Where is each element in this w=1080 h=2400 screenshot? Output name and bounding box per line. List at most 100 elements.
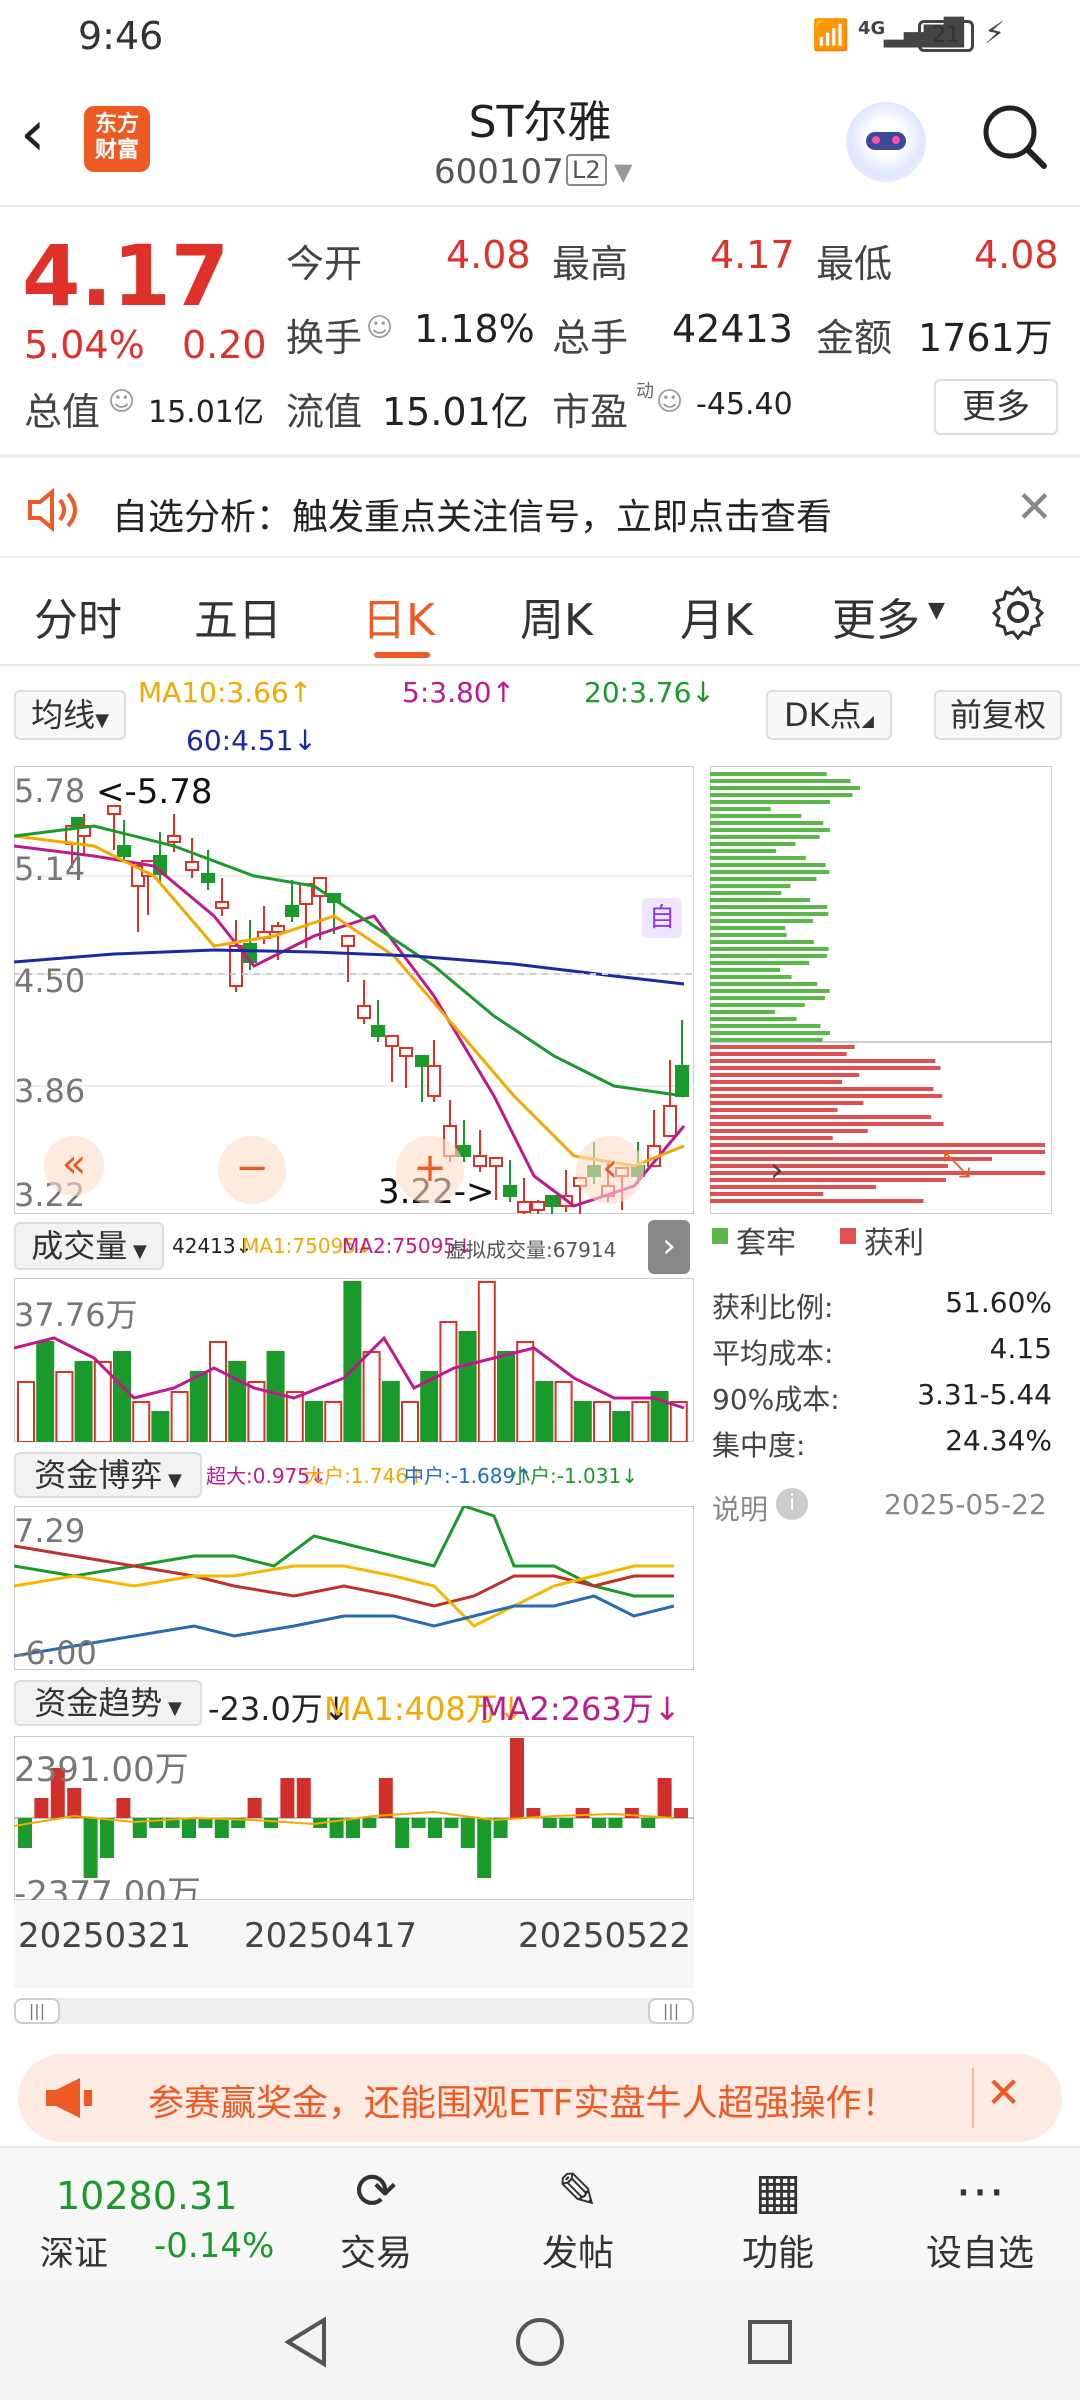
chip-stats: 获利比例: 51.60% 平均成本: 4.15 90%成本: 3.31-5.44 集中… — [712, 1286, 1052, 1470]
fund-trend-select[interactable]: 资金趋势 ▼ — [14, 1680, 202, 1726]
amount-value: 1761万 — [918, 316, 1053, 360]
stat-label: 90%成本: — [712, 1383, 840, 1416]
charging-icon: ⚡ — [984, 16, 1006, 51]
ma10-value: MA10:3.66↑ — [138, 676, 313, 709]
date-axis: 20250321 20250417 20250522 — [14, 1900, 694, 1988]
volume-current: 42413↓ — [172, 1234, 253, 1258]
self-select-tag[interactable]: 自 — [642, 898, 682, 938]
date-label: 20250417 — [244, 1916, 418, 1956]
speaker-icon — [26, 486, 82, 534]
info-icon[interactable]: ☺ — [656, 387, 683, 417]
chip-date: 2025-05-22 — [884, 1488, 1047, 1521]
ma5-value: 5:3.80↑ — [402, 676, 516, 709]
y-label-top: 5.78 — [14, 772, 86, 810]
y-label-3: 4.50 — [14, 962, 86, 1000]
tab-daily-k[interactable]: 日K — [362, 584, 435, 648]
change-value: 0.20 — [182, 323, 267, 367]
chip-prev-icon[interactable]: › — [770, 1150, 784, 1190]
tab-monthly-k[interactable]: 月K — [680, 584, 753, 648]
chevron-down-icon: ▼ — [162, 1470, 182, 1491]
recents-nav-icon[interactable] — [742, 2314, 798, 2370]
period-tabs: 分时 五日 日K 周K 月K 更多 ▼ — [0, 560, 1080, 666]
zoom-in-icon[interactable]: + — [396, 1136, 464, 1204]
range-slider[interactable]: ||| ||| — [14, 1998, 694, 2024]
last-price: 4.17 — [22, 227, 230, 325]
change-percent: 5.04% — [24, 323, 145, 367]
chip-distribution-chart[interactable] — [710, 766, 1052, 1214]
stock-code: 600107 — [434, 152, 564, 192]
stat-label: 平均成本: — [712, 1337, 834, 1370]
stat-value: 3.31-5.44 — [917, 1378, 1052, 1411]
expand-icon[interactable]: ⤡ — [942, 1144, 971, 1186]
expand-right-icon[interactable]: › — [648, 1220, 690, 1274]
tab-weekly-k[interactable]: 周K — [520, 584, 593, 648]
trap-legend-swatch — [712, 1228, 728, 1244]
pe-value: -45.40 — [696, 387, 793, 422]
volume-select[interactable]: 成交量 ▼ — [14, 1222, 164, 1270]
scroll-left-icon[interactable]: « — [44, 1136, 104, 1196]
info-icon[interactable]: ☺ — [366, 313, 393, 343]
low-value: 4.08 — [974, 233, 1059, 277]
fund-game-chart[interactable] — [14, 1506, 694, 1670]
trade-button[interactable]: ⟳ 交易 — [306, 2158, 446, 2276]
stat-value: 51.60% — [945, 1286, 1052, 1319]
level2-badge[interactable]: L2 — [566, 154, 607, 186]
divider — [972, 2068, 974, 2128]
zoom-out-icon[interactable]: − — [218, 1136, 286, 1204]
functions-label: 功能 — [741, 2233, 814, 2274]
info-icon[interactable]: i — [776, 1488, 808, 1520]
chip-note[interactable]: 说明 — [712, 1488, 768, 1528]
fund-game-select[interactable]: 资金博弈 ▼ — [14, 1452, 202, 1498]
float-value: 15.01亿 — [382, 390, 529, 434]
analysis-banner[interactable]: 自选分析：触发重点关注信号，立即点击查看 ✕ — [0, 458, 1080, 558]
stat-label: 获利比例: — [712, 1291, 834, 1324]
chevron-down-icon[interactable]: ▼ — [614, 158, 632, 186]
info-icon[interactable]: ☺ — [108, 387, 135, 417]
status-time: 9:46 — [78, 14, 164, 58]
add-watchlist-button[interactable]: ⋯ 设自选 — [910, 2158, 1050, 2276]
ma-select[interactable]: 均线▼ — [14, 690, 126, 740]
close-icon[interactable]: ✕ — [986, 2068, 1021, 2117]
index-value[interactable]: 10280.31 — [56, 2174, 237, 2218]
ma20-value: 20:3.76↓ — [584, 676, 715, 709]
robot-avatar[interactable] — [846, 102, 926, 182]
settings-gear-icon[interactable] — [990, 584, 1046, 641]
ma-select-label: 均线 — [31, 696, 96, 734]
tab-more[interactable]: 更多 — [832, 584, 920, 648]
tab-intraday[interactable]: 分时 — [34, 584, 122, 648]
post-label: 发帖 — [541, 2233, 614, 2274]
post-button[interactable]: ✎ 发帖 — [508, 2158, 648, 2276]
index-change[interactable]: -0.14% — [154, 2226, 274, 2266]
date-label: 20250321 — [18, 1916, 192, 1956]
grid-icon: ▦ — [754, 2162, 802, 2220]
slider-handle-left[interactable]: ||| — [14, 1998, 60, 2024]
chevron-down-icon[interactable]: ▼ — [928, 598, 945, 623]
dk-label: DK点 — [784, 696, 862, 734]
close-icon[interactable]: ✕ — [1016, 482, 1053, 533]
pe-superscript: 动 — [636, 381, 654, 402]
add-watchlist-label: 设自选 — [925, 2233, 1034, 2274]
turnover-value: 1.18% — [414, 307, 535, 351]
dk-point-button[interactable]: DK点◢ — [766, 690, 892, 740]
megaphone-icon — [42, 2076, 98, 2120]
reset-view-icon[interactable]: ‹ — [576, 1136, 644, 1204]
bottom-toolbar: 10280.31 深证 -0.14% ⟳ 交易 ✎ 发帖 ▦ 功能 ⋯ 设自选 — [0, 2146, 1080, 2280]
ad-banner[interactable]: 参赛赢奖金，还能围观ETF实盘牛人超强操作！ ✕ — [18, 2054, 1062, 2142]
chevron-down-icon: ▼ — [127, 1241, 147, 1262]
back-nav-icon[interactable] — [280, 2314, 336, 2370]
network-type: 4G — [858, 18, 886, 39]
forward-adjust-button[interactable]: 前复权 — [934, 690, 1062, 740]
index-name[interactable]: 深证 — [40, 2226, 108, 2275]
search-icon[interactable] — [980, 102, 1047, 169]
ad-text: 参赛赢奖金，还能围观ETF实盘牛人超强操作！ — [148, 2083, 898, 2124]
stat-value: 24.34% — [945, 1424, 1052, 1457]
functions-button[interactable]: ▦ 功能 — [708, 2158, 848, 2276]
ma60-value: 60:4.51↓ — [186, 724, 317, 757]
date-label: 20250522 — [518, 1916, 692, 1956]
home-nav-icon[interactable] — [512, 2314, 568, 2370]
amount-label: 金额 — [816, 316, 893, 360]
tab-five-day[interactable]: 五日 — [194, 584, 282, 648]
more-quote-button[interactable]: 更多 — [934, 379, 1058, 435]
max-price-note: <-5.78 — [96, 772, 213, 812]
slider-handle-right[interactable]: ||| — [648, 1998, 694, 2024]
